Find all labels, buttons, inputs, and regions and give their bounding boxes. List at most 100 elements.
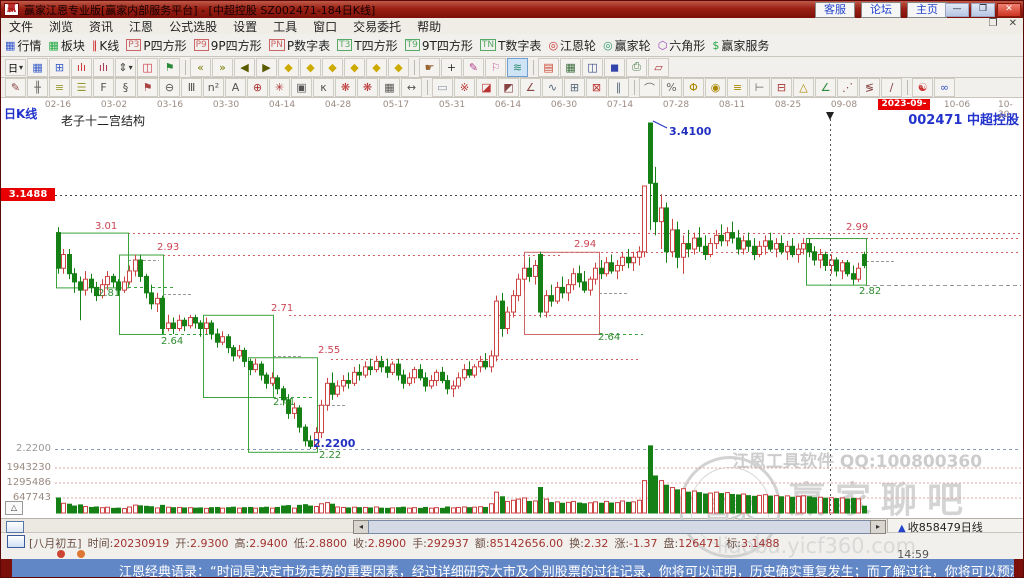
menu-item-帮助[interactable]: 帮助 [409, 18, 449, 35]
bar-chart-icon[interactable]: ılı [71, 58, 92, 77]
red-grid-tool[interactable]: ⊠ [586, 78, 607, 97]
hand-drag-icon[interactable]: ☛ [419, 58, 440, 77]
compress-h-diamond-icon[interactable]: ◆ [366, 58, 387, 77]
time-cycle-tool[interactable]: ≡ [49, 78, 70, 97]
maximize-button[interactable]: ❐ [971, 3, 995, 17]
period-day-dropdown[interactable]: 日▾ [5, 59, 26, 76]
close-button[interactable]: ✕ [997, 3, 1021, 17]
tag-label-icon[interactable]: ⚐ [485, 58, 506, 77]
gann-grid-tool[interactable]: ╫ [27, 78, 48, 97]
hatch-lines-tool[interactable]: Ⅲ [181, 78, 202, 97]
trend-angle-tool[interactable]: ∠ [520, 78, 541, 97]
save-icon[interactable]: ◼ [604, 58, 625, 77]
n-square-tool[interactable]: n² [203, 78, 224, 97]
starburst-tool[interactable]: ✳ [269, 78, 290, 97]
window-layout-icon[interactable]: ▦ [27, 58, 48, 77]
grid2-tool[interactable]: ⊞ [564, 78, 585, 97]
wave-lines-icon[interactable]: ≋ [507, 58, 528, 77]
scroll-right-button[interactable]: ▸ [870, 520, 886, 534]
spiral-tool[interactable]: § [115, 78, 136, 97]
ellipse-tool[interactable]: ⊖ [159, 78, 180, 97]
grid-view-icon[interactable] [6, 521, 24, 533]
line-chart-icon[interactable]: ılı [93, 58, 114, 77]
menu-item-资讯[interactable]: 资讯 [81, 18, 121, 35]
titlebar-link-客服[interactable]: 客服 [815, 2, 855, 18]
menu-item-工具[interactable]: 工具 [265, 18, 305, 35]
winner-wheel-button[interactable]: ◎赢家轮 [603, 37, 651, 54]
arc-tool[interactable]: ⌒ [639, 78, 660, 97]
t-number-button[interactable]: TNT数字表 [480, 37, 542, 54]
infinity-icon[interactable]: ∞ [934, 78, 955, 97]
golden-lines-tool[interactable]: ≡ [727, 78, 748, 97]
compress-v-diamond-icon[interactable]: ◆ [388, 58, 409, 77]
expand-indicator-button[interactable]: △ [5, 501, 23, 515]
expand-h-diamond-icon[interactable]: ◆ [322, 58, 343, 77]
p-square-button[interactable]: P3P四方形 [126, 37, 186, 54]
save-layout-icon[interactable]: ◫ [582, 58, 603, 77]
k-mark-tool[interactable]: κ [313, 78, 334, 97]
sectors-button[interactable]: ▦板块 [48, 37, 84, 54]
hexagon-button[interactable]: ⬡六角形 [658, 37, 706, 54]
sound-icon[interactable] [57, 550, 65, 558]
p9-square-button[interactable]: P99P四方形 [194, 37, 262, 54]
percent-tool[interactable]: % [661, 78, 682, 97]
titlebar-link-主页[interactable]: 主页 [907, 2, 947, 18]
rect-frame-tool[interactable]: ▭ [432, 78, 453, 97]
channel-line-tool[interactable]: ≶ [859, 78, 880, 97]
quotes-button[interactable]: ▦行情 [5, 37, 41, 54]
grid-box-tool[interactable]: ▣ [291, 78, 312, 97]
speed-line-tool[interactable]: ∠ [815, 78, 836, 97]
last-bar-icon[interactable]: » [212, 58, 233, 77]
golden-ratio-tool[interactable]: Φ [683, 78, 704, 97]
yinyang-icon[interactable]: ☯ [912, 78, 933, 97]
angle-a-tool[interactable]: A [225, 78, 246, 97]
candle-type-dropdown[interactable]: ⇕▾ [115, 58, 136, 77]
parallel-lines-tool[interactable]: ∥ [608, 78, 629, 97]
fine-grid-tool[interactable]: ▦ [379, 78, 400, 97]
t9-square-button[interactable]: T99T四方形 [405, 37, 473, 54]
next-bar-icon[interactable]: ▶ [256, 58, 277, 77]
slope-line-tool[interactable]: ∕ [881, 78, 902, 97]
red-bloom-tool[interactable]: ❋ [335, 78, 356, 97]
menu-item-设置[interactable]: 设置 [225, 18, 265, 35]
price-ruler-tool[interactable]: ⊢ [749, 78, 770, 97]
status-table-icon[interactable] [7, 535, 25, 548]
menu-item-窗口[interactable]: 窗口 [305, 18, 345, 35]
menu-item-公式选股[interactable]: 公式选股 [161, 18, 225, 35]
gann-target-tool[interactable]: ⊕ [247, 78, 268, 97]
zigzag-tool[interactable]: ∿ [542, 78, 563, 97]
alert-icon[interactable] [77, 550, 85, 558]
menu-item-文件[interactable]: 文件 [1, 18, 41, 35]
fan-line-tool[interactable]: ⋰ [837, 78, 858, 97]
winner-service-button[interactable]: $赢家服务 [712, 37, 769, 54]
minimize-button[interactable]: — [945, 3, 969, 17]
pyramid-tool[interactable]: △ [793, 78, 814, 97]
expand-v-diamond-icon[interactable]: ◆ [344, 58, 365, 77]
gann-wheel-button[interactable]: ◎江恩轮 [548, 37, 596, 54]
f-ruler-tool[interactable]: F [93, 78, 114, 97]
zoom-out-diamond-icon[interactable]: ◆ [300, 58, 321, 77]
print-icon[interactable]: ⎙ [626, 58, 647, 77]
draw-pointer-icon[interactable]: ✎ [463, 58, 484, 77]
ray-burst-tool[interactable]: ※ [454, 78, 475, 97]
menu-item-浏览[interactable]: 浏览 [41, 18, 81, 35]
t-square-button[interactable]: T3T四方形 [337, 37, 398, 54]
scroll-left-button[interactable]: ◂ [353, 520, 369, 534]
chart-canvas[interactable] [1, 98, 1024, 518]
calculator-icon[interactable]: ▦ [560, 58, 581, 77]
calendar-icon[interactable]: ▤ [538, 58, 559, 77]
titlebar-link-论坛[interactable]: 论坛 [861, 2, 901, 18]
mdi-window-controls[interactable]: ❐ ✕ [988, 18, 1021, 29]
menu-item-交易委托[interactable]: 交易委托 [345, 18, 409, 35]
pen-tool[interactable]: ✎ [5, 78, 26, 97]
measure-flag-tool[interactable]: ⚑ [137, 78, 158, 97]
kline-button[interactable]: ∥K线 [92, 37, 119, 54]
first-bar-icon[interactable]: « [190, 58, 211, 77]
prev-bar-icon[interactable]: ◀ [234, 58, 255, 77]
p-number-button[interactable]: PNP数字表 [269, 37, 330, 54]
shade-square-tool[interactable]: ◩ [498, 78, 519, 97]
export-icon[interactable]: ▱ [648, 58, 669, 77]
red-bloom2-tool[interactable]: ❋ [357, 78, 378, 97]
zoom-in-diamond-icon[interactable]: ◆ [278, 58, 299, 77]
gann-box-tool[interactable]: ⊟ [771, 78, 792, 97]
